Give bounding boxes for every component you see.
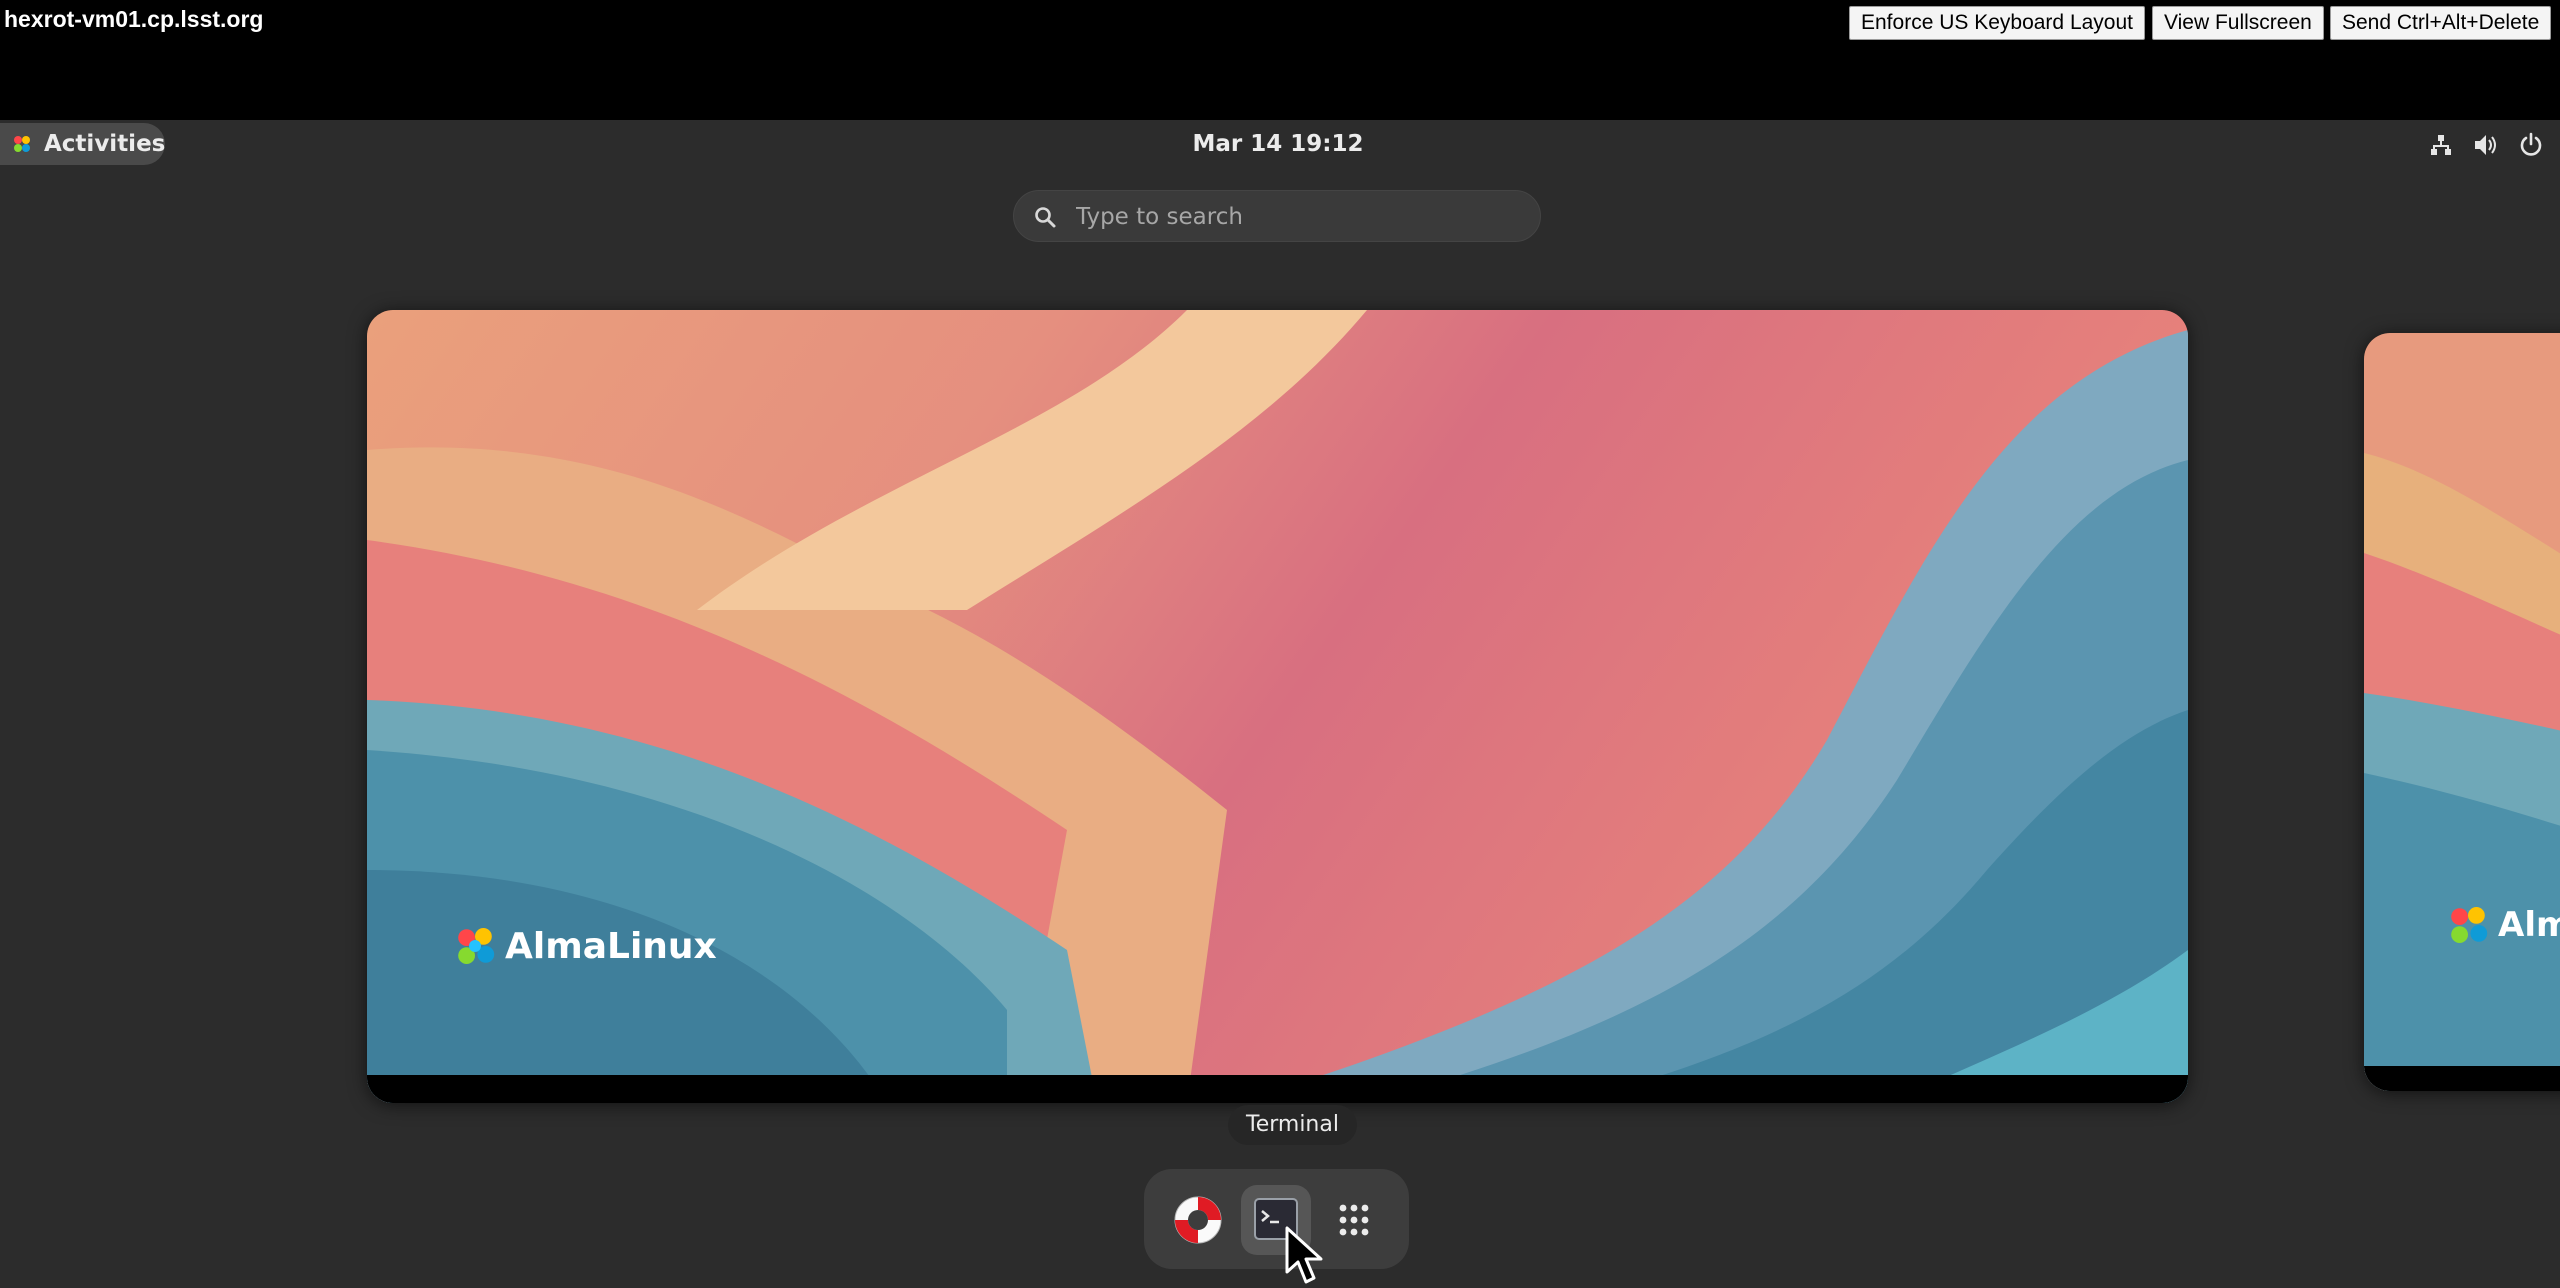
almalinux-brand-partial: Alma xyxy=(2444,901,2560,949)
power-icon[interactable] xyxy=(2518,132,2544,158)
activities-button[interactable]: Activities xyxy=(0,123,165,165)
help-lifebuoy-icon xyxy=(1174,1196,1222,1244)
search-input[interactable] xyxy=(1074,191,1518,243)
send-ctrl-alt-delete-button[interactable]: Send Ctrl+Alt+Delete xyxy=(2330,6,2552,40)
view-fullscreen-button[interactable]: View Fullscreen xyxy=(2152,6,2324,40)
almalinux-mark-icon xyxy=(2451,907,2488,943)
host-title: hexrot-vm01.cp.lsst.org xyxy=(4,6,264,32)
enforce-us-keyboard-button[interactable]: Enforce US Keyboard Layout xyxy=(1849,6,2145,40)
dash-tooltip: Terminal xyxy=(1228,1105,1357,1145)
network-wired-icon[interactable] xyxy=(2428,132,2454,158)
vnc-toolbar: hexrot-vm01.cp.lsst.org Enforce US Keybo… xyxy=(0,0,2560,120)
terminal-icon xyxy=(1254,1198,1298,1240)
dash-item-help[interactable] xyxy=(1163,1185,1233,1255)
workspace-thumbnail-next[interactable]: Alma xyxy=(2364,333,2560,1091)
almalinux-brand: AlmaLinux xyxy=(451,922,717,970)
almalinux-wordmark-partial: Alma xyxy=(2498,905,2560,945)
dash xyxy=(1144,1169,1409,1269)
top-bar: Activities Mar 14 19:12 xyxy=(0,120,2560,168)
search-bar[interactable] xyxy=(1013,190,1541,243)
almalinux-logo-icon xyxy=(14,136,30,152)
clock[interactable]: Mar 14 19:12 xyxy=(1150,120,1406,168)
dash-item-show-apps[interactable] xyxy=(1319,1185,1389,1255)
dash-item-terminal[interactable] xyxy=(1241,1185,1311,1255)
gnome-overview: Activities Mar 14 19:12 Type to search A… xyxy=(0,120,2560,1288)
speaker-volume-icon[interactable] xyxy=(2472,132,2498,158)
almalinux-wordmark: AlmaLinux xyxy=(505,925,717,967)
activities-label: Activities xyxy=(44,131,166,157)
search-icon xyxy=(1035,207,1056,228)
desktop-wallpaper-next xyxy=(2364,333,2560,1091)
show-apps-grid-icon xyxy=(1339,1204,1369,1236)
workspace-thumbnail-current[interactable]: AlmaLinux xyxy=(367,310,2188,1103)
desktop-wallpaper xyxy=(367,310,2188,1103)
almalinux-mark-icon xyxy=(458,928,495,964)
